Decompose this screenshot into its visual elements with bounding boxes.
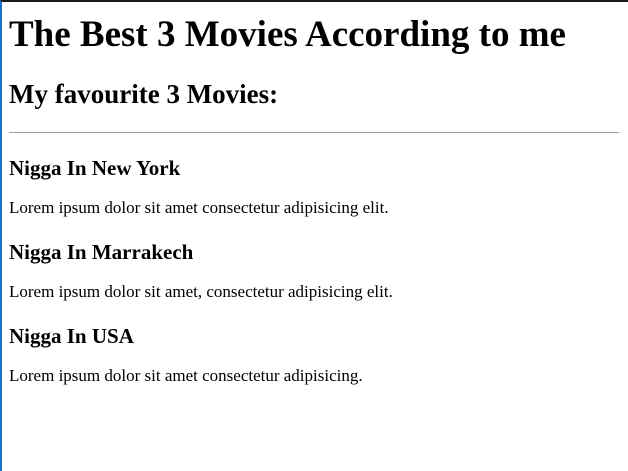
movie-description: Lorem ipsum dolor sit amet consectetur a…	[9, 198, 389, 217]
movie-item: Nigga In New York Lorem ipsum dolor sit …	[9, 156, 620, 218]
movie-item: Nigga In USA Lorem ipsum dolor sit amet …	[9, 324, 620, 386]
divider	[9, 132, 619, 133]
movie-description: Lorem ipsum dolor sit amet, consectetur …	[9, 282, 393, 301]
movie-title: Nigga In USA	[9, 324, 134, 348]
page-subtitle: My favourite 3 Movies:	[9, 79, 279, 109]
movie-title: Nigga In New York	[9, 156, 181, 180]
movie-description: Lorem ipsum dolor sit amet consectetur a…	[9, 366, 363, 385]
page-content: The Best 3 Movies According to me My fav…	[2, 14, 628, 386]
movie-item: Nigga In Marrakech Lorem ipsum dolor sit…	[9, 240, 620, 302]
page-title: The Best 3 Movies According to me	[9, 14, 566, 55]
movie-title: Nigga In Marrakech	[9, 240, 194, 264]
